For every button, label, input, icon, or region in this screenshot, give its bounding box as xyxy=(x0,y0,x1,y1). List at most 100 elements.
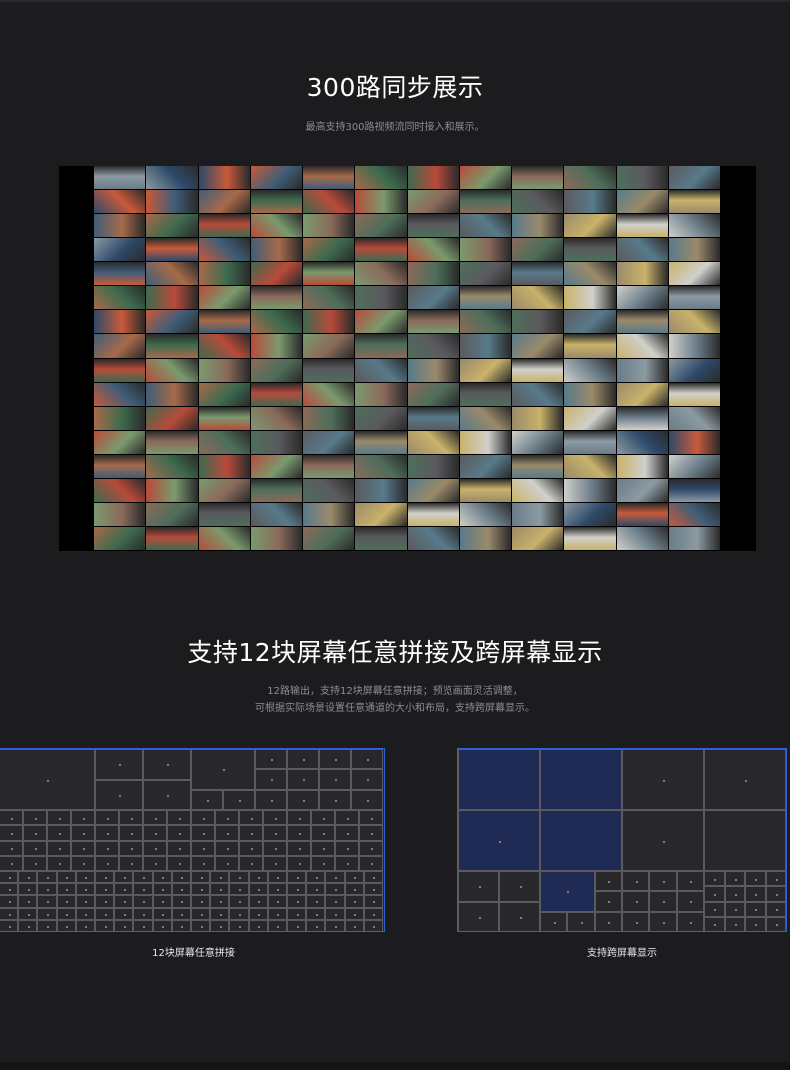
video-tile xyxy=(250,502,302,526)
layout-cell xyxy=(458,749,540,810)
layout-cell xyxy=(306,883,326,896)
layout-cell xyxy=(319,789,351,810)
channel-indicator xyxy=(608,921,611,924)
layout-cell xyxy=(210,895,230,908)
channel-indicator xyxy=(662,881,665,884)
channel-indicator xyxy=(200,901,203,904)
layout-cell xyxy=(191,749,255,790)
video-tile xyxy=(250,454,302,478)
layout-cell xyxy=(0,810,23,826)
layout-cell xyxy=(622,911,650,931)
video-tile xyxy=(146,262,198,286)
channel-indicator xyxy=(104,913,107,916)
channel-indicator xyxy=(11,863,13,866)
layout-cell xyxy=(540,749,622,810)
channel-indicator xyxy=(46,877,49,880)
video-tile xyxy=(250,430,302,454)
layout-cell xyxy=(263,840,287,856)
video-tile xyxy=(564,526,616,550)
video-tile xyxy=(355,190,407,214)
video-tile xyxy=(355,262,407,286)
video-tile xyxy=(355,358,407,382)
video-tile xyxy=(512,526,564,550)
channel-indicator xyxy=(155,848,157,851)
channel-indicator xyxy=(299,817,301,820)
layout-cell xyxy=(18,883,38,896)
channel-indicator xyxy=(354,925,357,928)
video-tile xyxy=(198,190,250,214)
layout-cell xyxy=(248,919,268,931)
channel-indicator xyxy=(239,799,241,802)
video-tile xyxy=(512,454,564,478)
video-tile xyxy=(407,310,459,334)
video-tile xyxy=(616,454,668,478)
video-tile xyxy=(407,478,459,502)
channel-indicator xyxy=(296,925,299,928)
layout-cell xyxy=(114,883,134,896)
video-tile xyxy=(616,214,668,238)
channel-indicator xyxy=(59,848,61,851)
video-tile xyxy=(94,262,146,286)
video-tile xyxy=(303,214,355,238)
video-tile xyxy=(512,190,564,214)
video-tile xyxy=(459,358,511,382)
layout-cell xyxy=(171,919,191,931)
video-tile xyxy=(512,238,564,262)
layout-cell xyxy=(143,840,167,856)
layout-cell xyxy=(37,907,57,920)
channel-indicator xyxy=(219,913,222,916)
video-tile xyxy=(94,166,146,190)
video-tile xyxy=(407,430,459,454)
channel-indicator xyxy=(142,913,145,916)
channel-indicator xyxy=(367,759,369,762)
layout-cell xyxy=(114,871,134,884)
channel-indicator xyxy=(373,925,376,928)
channel-indicator xyxy=(104,901,107,904)
layout-cell xyxy=(745,901,766,917)
channel-indicator xyxy=(303,779,305,782)
channel-indicator xyxy=(478,916,481,919)
video-tile xyxy=(303,478,355,502)
video-tile xyxy=(512,478,564,502)
layout-cell xyxy=(143,855,167,871)
layout-cell xyxy=(143,825,167,841)
channel-indicator xyxy=(334,901,337,904)
channel-indicator xyxy=(85,877,88,880)
video-tile xyxy=(198,502,250,526)
channel-indicator xyxy=(662,901,665,904)
video-tile xyxy=(616,262,668,286)
splicing-diagram-12-screens xyxy=(0,748,385,932)
video-tile xyxy=(668,502,720,526)
channel-indicator xyxy=(59,863,61,866)
section-subtitle-line-2: 可根据实际场景设置任意通道的大小和布局，支持跨屏幕显示。 xyxy=(255,703,535,714)
layout-cell xyxy=(215,825,239,841)
layout-cell xyxy=(171,907,191,920)
channel-indicator xyxy=(181,913,184,916)
layout-cell xyxy=(458,810,540,871)
channel-indicator xyxy=(335,759,337,762)
layout-cell xyxy=(622,871,650,892)
video-tile xyxy=(250,382,302,406)
channel-indicator xyxy=(46,889,49,892)
video-tile xyxy=(303,502,355,526)
layout-cell xyxy=(255,749,287,770)
channel-indicator xyxy=(203,848,205,851)
video-tile xyxy=(616,190,668,214)
video-tile xyxy=(250,238,302,262)
video-tile xyxy=(94,454,146,478)
video-tile xyxy=(459,286,511,310)
channel-indicator xyxy=(35,863,37,866)
video-tile xyxy=(512,286,564,310)
channel-indicator xyxy=(519,916,522,919)
channel-indicator xyxy=(107,832,109,835)
channel-indicator xyxy=(690,901,693,904)
channel-indicator xyxy=(296,913,299,916)
layout-cell xyxy=(215,810,239,826)
channel-indicator xyxy=(478,886,481,889)
video-tile xyxy=(668,406,720,430)
layout-cell xyxy=(344,871,364,884)
video-tile xyxy=(616,238,668,262)
layout-cell xyxy=(263,810,287,826)
channel-indicator xyxy=(179,863,181,866)
channel-indicator xyxy=(277,901,280,904)
